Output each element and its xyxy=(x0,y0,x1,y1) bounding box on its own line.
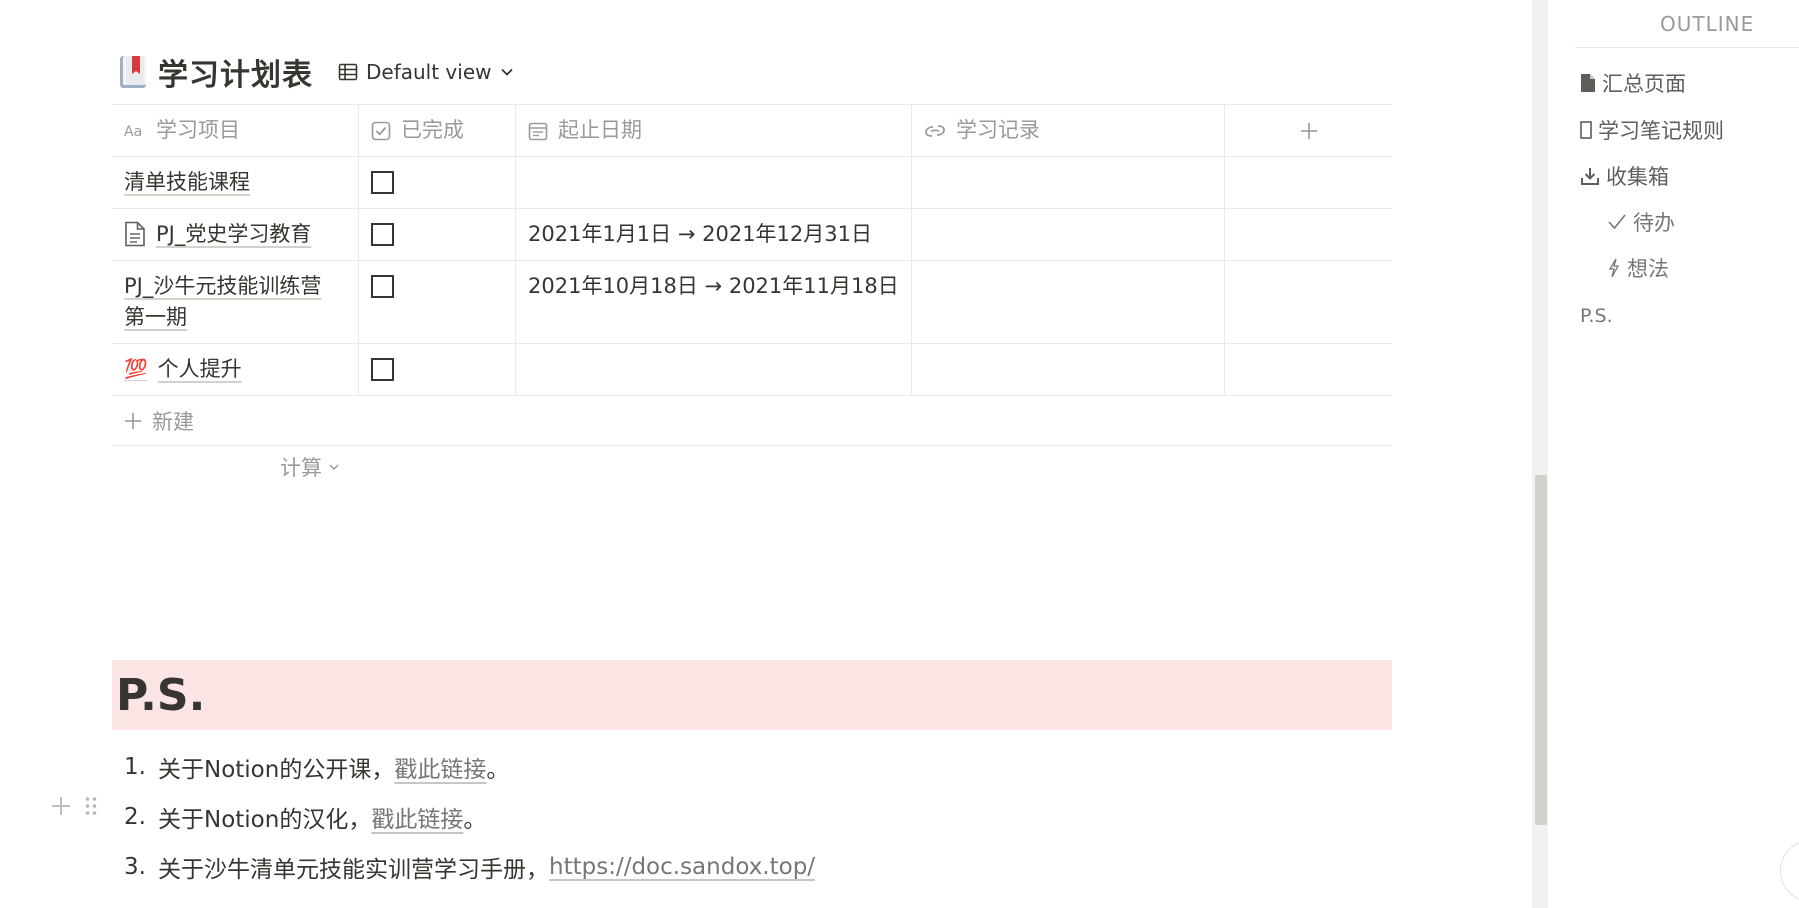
row-title-cell[interactable]: PJ_党史学习教育 xyxy=(112,209,359,260)
text-property-icon: Aa xyxy=(124,124,142,140)
list-item[interactable]: 1. 关于Notion的公开课， 戳此链接 。 xyxy=(124,742,815,792)
hundred-points-emoji: 💯 xyxy=(124,358,148,380)
row-title[interactable]: PJ_沙牛元技能训练营 第一期 xyxy=(124,271,321,333)
svg-text:Aa: Aa xyxy=(124,124,142,140)
list-item[interactable]: 3. 关于沙牛清单元技能实训营学习手册， https://doc.sandox.… xyxy=(124,842,815,892)
done-cell xyxy=(359,157,516,208)
checkbox-property-icon xyxy=(371,121,391,140)
outline-item-ps[interactable]: P.S. xyxy=(1580,293,1613,339)
scrollbar-thumb[interactable] xyxy=(1535,475,1547,825)
row-title[interactable]: 💯 个人提升 xyxy=(124,354,242,385)
link[interactable]: 戳此链接 xyxy=(371,800,463,834)
empty-cell xyxy=(1225,344,1392,395)
row-title-cell[interactable]: 清单技能课程 xyxy=(112,157,359,208)
outline-title: OUTLINE xyxy=(1660,12,1755,36)
check-icon xyxy=(1608,214,1626,230)
empty-cell xyxy=(1225,209,1392,260)
done-checkbox[interactable] xyxy=(371,275,394,298)
done-cell xyxy=(359,344,516,395)
list-item[interactable]: 2. 关于Notion的汉化， 戳此链接 。 xyxy=(124,792,815,842)
chevron-down-icon xyxy=(500,68,513,76)
empty-cell xyxy=(1225,261,1392,343)
database-table: Aa 学习项目 已完成 起止日期 学习记录 清单技能课程 PJ_党史学习教育 2… xyxy=(112,104,1392,446)
done-checkbox[interactable] xyxy=(371,171,394,194)
outline-item-summary[interactable]: 汇总页面 xyxy=(1580,60,1686,106)
date-cell[interactable]: 2021年1月1日 → 2021年12月31日 xyxy=(516,209,912,260)
date-cell[interactable]: 2021年10月18日 → 2021年11月18日 xyxy=(516,261,912,343)
calculate-button[interactable]: 计算 xyxy=(280,452,340,482)
database-title-block: 学习计划表 xyxy=(118,50,313,94)
row-title-cell[interactable]: PJ_沙牛元技能训练营 第一期 xyxy=(112,261,359,343)
chevron-down-icon xyxy=(329,464,339,471)
database-title[interactable]: 学习计划表 xyxy=(158,50,313,94)
relation-cell[interactable] xyxy=(912,157,1225,208)
blank-page-icon xyxy=(1580,121,1592,139)
download-tray-icon xyxy=(1581,168,1599,185)
outline-item-ideas[interactable]: 想法 xyxy=(1607,245,1669,291)
column-header-date[interactable]: 起止日期 xyxy=(516,105,912,156)
done-cell xyxy=(359,261,516,343)
date-cell[interactable] xyxy=(516,157,912,208)
outline-item-todo[interactable]: 待办 xyxy=(1607,199,1675,245)
relation-cell[interactable] xyxy=(912,344,1225,395)
done-checkbox[interactable] xyxy=(371,223,394,246)
link[interactable]: 戳此链接 xyxy=(394,750,486,784)
column-header-relation[interactable]: 学习记录 xyxy=(912,105,1225,156)
calendar-icon xyxy=(528,122,548,140)
drag-handle-icon[interactable] xyxy=(84,795,98,817)
plus-icon xyxy=(125,412,141,429)
empty-cell xyxy=(1225,157,1392,208)
help-button[interactable] xyxy=(1780,840,1799,902)
table-row[interactable]: 清单技能课程 xyxy=(112,157,1392,209)
outline-item-inbox[interactable]: 收集箱 xyxy=(1580,153,1669,199)
numbered-list: 1. 关于Notion的公开课， 戳此链接 。 2. 关于Notion的汉化， … xyxy=(124,742,815,892)
row-title-cell[interactable]: 💯 个人提升 xyxy=(112,344,359,395)
done-cell xyxy=(359,209,516,260)
relation-cell[interactable] xyxy=(912,209,1225,260)
view-selector-button[interactable]: Default view xyxy=(338,56,514,88)
relation-icon xyxy=(925,124,945,137)
row-title[interactable]: PJ_党史学习教育 xyxy=(124,219,311,250)
view-label: Default view xyxy=(366,60,492,84)
new-row-button[interactable]: 新建 xyxy=(112,396,1392,446)
row-title[interactable]: 清单技能课程 xyxy=(124,167,250,198)
divider xyxy=(1575,47,1799,48)
outline-item-note-rules[interactable]: 学习笔记规则 xyxy=(1580,107,1724,153)
column-header-title[interactable]: Aa 学习项目 xyxy=(112,105,359,156)
ps-heading[interactable]: P.S. xyxy=(112,660,1392,730)
lightning-icon xyxy=(1608,258,1620,278)
table-header-row: Aa 学习项目 已完成 起止日期 学习记录 xyxy=(112,104,1392,157)
plus-icon[interactable] xyxy=(50,795,72,817)
book-icon[interactable] xyxy=(118,55,148,89)
add-column-button[interactable] xyxy=(1225,105,1392,156)
column-header-done[interactable]: 已完成 xyxy=(359,105,516,156)
table-row[interactable]: PJ_党史学习教育 2021年1月1日 → 2021年12月31日 xyxy=(112,209,1392,261)
block-handle[interactable] xyxy=(50,795,98,817)
plus-icon xyxy=(1300,122,1317,139)
page-icon xyxy=(1581,74,1595,92)
relation-cell[interactable] xyxy=(912,261,1225,343)
table-view-icon xyxy=(338,63,358,81)
link[interactable]: https://doc.sandox.top/ xyxy=(549,854,815,880)
table-row[interactable]: 💯 个人提升 xyxy=(112,344,1392,396)
done-checkbox[interactable] xyxy=(371,358,394,381)
date-cell[interactable] xyxy=(516,344,912,395)
table-row[interactable]: PJ_沙牛元技能训练营 第一期 2021年10月18日 → 2021年11月18… xyxy=(112,261,1392,344)
page-icon xyxy=(125,221,145,247)
